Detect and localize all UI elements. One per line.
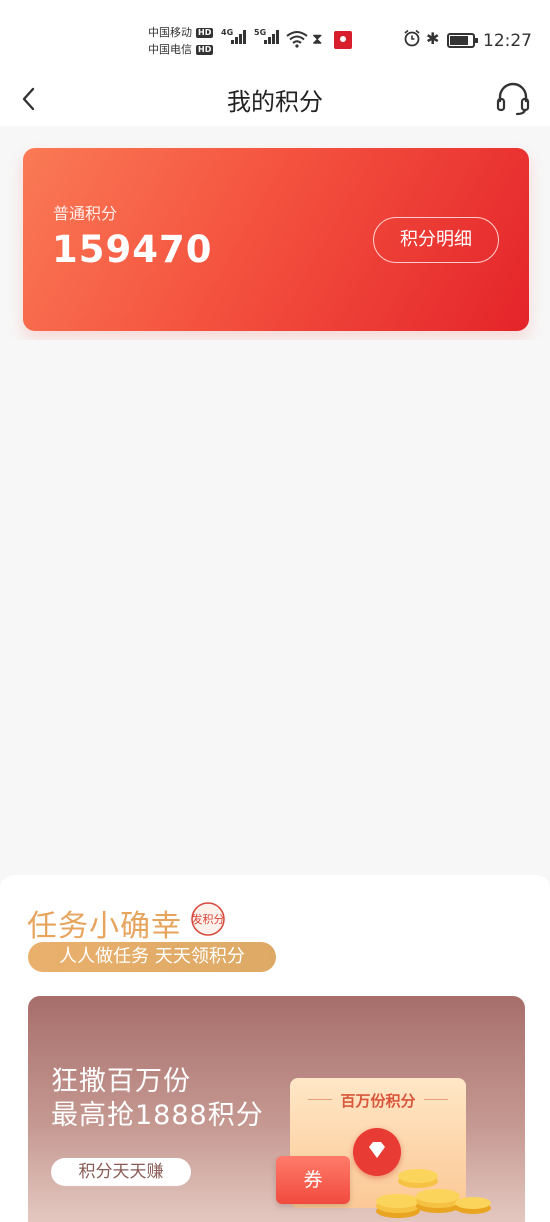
nav-bar: 我的积分 — [0, 70, 550, 126]
hd-badge: HD — [196, 27, 214, 38]
points-detail-button[interactable]: 积分明细 — [373, 217, 499, 263]
wifi-icon — [286, 31, 308, 48]
task-subtitle-pill: 人人做任务 天天领积分 — [28, 942, 276, 972]
points-card: 普通积分 159470 积分明细 — [23, 148, 529, 331]
customer-service-button[interactable] — [494, 80, 532, 118]
bluetooth-icon: ✱ — [426, 29, 440, 48]
page-title: 我的积分 — [227, 88, 323, 116]
carrier-2-label: 中国电信 — [148, 43, 192, 56]
promo-headline-2: 最高抢1888积分 — [51, 1100, 264, 1131]
hd-badge: HD — [196, 44, 214, 55]
stamp-text: 发积分 — [192, 912, 225, 926]
task-section: 任务小确幸 发积分 人人做任务 天天领积分 狂撒百万份 最高抢1888积分 积分… — [0, 875, 550, 1222]
gold-coins-icon — [376, 1169, 491, 1218]
task-section-title: 任务小确幸 — [27, 909, 182, 944]
signal-2-icon — [264, 30, 279, 44]
points-stamp-icon: 发积分 — [191, 902, 225, 936]
points-value: 159470 — [52, 228, 213, 271]
hourglass-icon: ⧗ — [312, 30, 323, 48]
divider — [424, 1099, 448, 1100]
battery-icon — [447, 33, 478, 48]
status-clock: 12:27 — [483, 31, 532, 51]
content-area — [0, 340, 550, 875]
signal-1-icon — [231, 30, 246, 44]
headset-icon — [496, 82, 530, 116]
status-bar: 中国移动 HD 中国电信 HD 4G 5G ⧗ ✱ 12:27 — [0, 0, 550, 80]
coupon-card-label: 百万份积分 — [340, 1092, 416, 1110]
alarm-icon — [404, 29, 420, 47]
carrier-1-label: 中国移动 — [148, 26, 192, 39]
earn-points-button[interactable]: 积分天天赚 — [51, 1158, 191, 1186]
promo-banner[interactable]: 狂撒百万份 最高抢1888积分 积分天天赚 百万份积分 券 — [28, 996, 525, 1222]
carrier-info: 中国移动 HD 中国电信 HD — [148, 24, 214, 58]
voucher-tag: 券 — [276, 1156, 350, 1204]
task-subtitle: 人人做任务 天天领积分 — [59, 946, 245, 967]
app-notification-icon — [334, 31, 352, 49]
points-label: 普通积分 — [53, 204, 118, 223]
